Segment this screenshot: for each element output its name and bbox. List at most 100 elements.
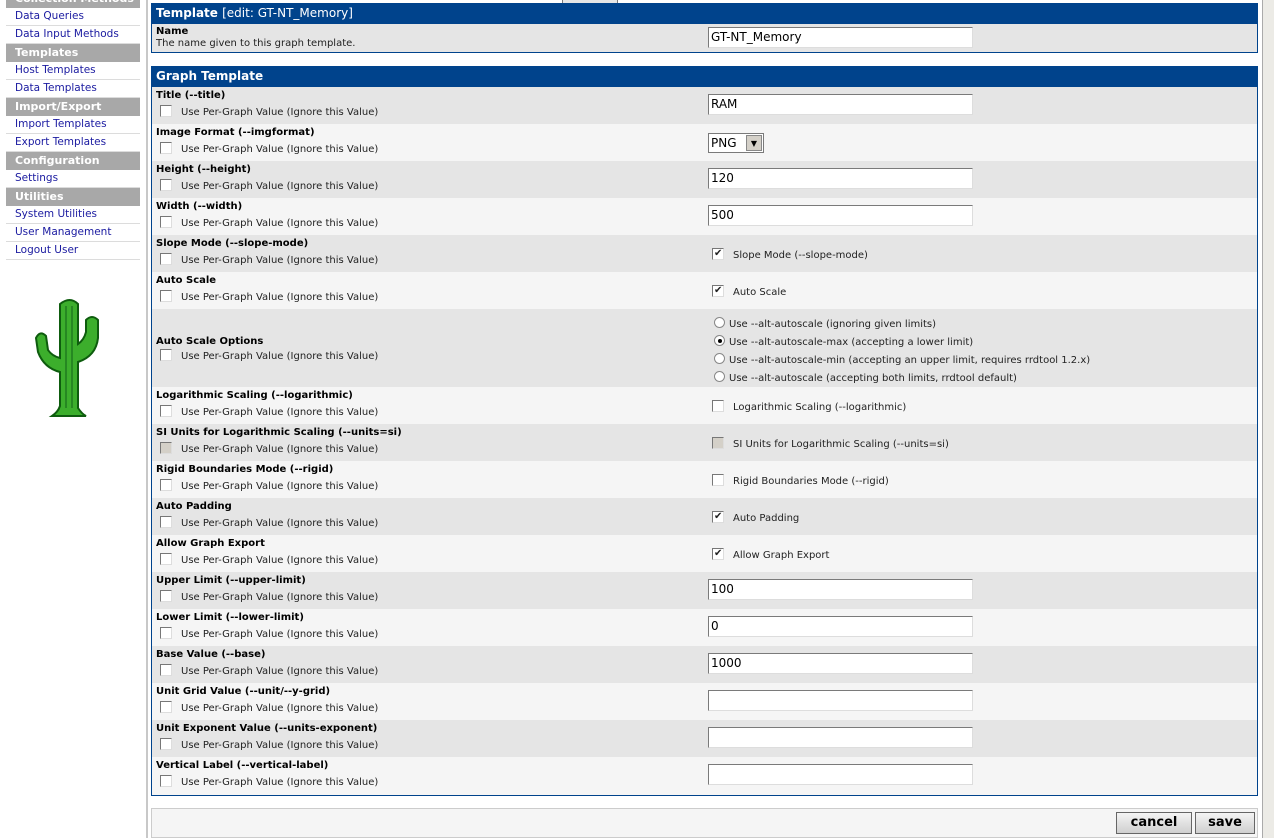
- chevron-down-icon: ▼: [746, 135, 762, 151]
- field-input[interactable]: [708, 727, 973, 748]
- field-checkbox-option: Rigid Boundaries Mode (--rigid): [712, 474, 889, 487]
- sidebar-section-header: Utilities: [6, 188, 140, 206]
- per-graph-label: Use Per-Graph Value (Ignore this Value): [181, 518, 379, 529]
- field-input[interactable]: RAM: [708, 94, 973, 115]
- per-graph-checkbox[interactable]: [160, 179, 172, 191]
- per-graph-label: Use Per-Graph Value (Ignore this Value): [181, 181, 379, 192]
- per-graph-option: Use Per-Graph Value (Ignore this Value): [160, 627, 378, 640]
- form-row: Title (--title) Use Per-Graph Value (Ign…: [152, 87, 1257, 124]
- field-checkbox[interactable]: [712, 548, 724, 560]
- checkbox-label: Allow Graph Export: [733, 550, 830, 561]
- radio-button[interactable]: [714, 317, 725, 328]
- per-graph-label: Use Per-Graph Value (Ignore this Value): [181, 444, 379, 455]
- field-label: Width (--width): [156, 201, 243, 212]
- radio-option: Use --alt-autoscale-min (accepting an up…: [714, 353, 1090, 366]
- sidebar-section-header: Configuration: [6, 152, 140, 170]
- field-checkbox-option: Slope Mode (--slope-mode): [712, 248, 868, 261]
- per-graph-label: Use Per-Graph Value (Ignore this Value): [181, 292, 379, 303]
- field-input[interactable]: [708, 764, 973, 785]
- field-checkbox[interactable]: [712, 400, 724, 412]
- panel-title: Template: [156, 6, 218, 20]
- per-graph-checkbox[interactable]: [160, 590, 172, 602]
- sidebar-item[interactable]: User Management: [6, 224, 140, 242]
- field-checkbox-option: Auto Scale: [712, 285, 786, 298]
- field-checkbox[interactable]: [712, 437, 724, 449]
- sidebar-item[interactable]: Settings: [6, 170, 140, 188]
- form-row: Width (--width) Use Per-Graph Value (Ign…: [152, 198, 1257, 235]
- panel-header: Graph Template: [152, 67, 1257, 87]
- per-graph-option: Use Per-Graph Value (Ignore this Value): [160, 290, 378, 303]
- cancel-button[interactable]: cancel: [1116, 812, 1192, 834]
- per-graph-label: Use Per-Graph Value (Ignore this Value): [181, 777, 379, 788]
- sidebar-section-header: Import/Export: [6, 98, 140, 116]
- field-checkbox[interactable]: [712, 511, 724, 523]
- form-row: Logarithmic Scaling (--logarithmic) Use …: [152, 387, 1257, 424]
- per-graph-option: Use Per-Graph Value (Ignore this Value): [160, 701, 378, 714]
- field-input[interactable]: 1000: [708, 653, 973, 674]
- per-graph-checkbox[interactable]: [160, 516, 172, 528]
- per-graph-checkbox[interactable]: [160, 775, 172, 787]
- sidebar-item[interactable]: System Utilities: [6, 206, 140, 224]
- field-input[interactable]: [708, 690, 973, 711]
- panel-header: Template [edit: GT-NT_Memory]: [152, 4, 1257, 24]
- checkbox-label: Auto Scale: [733, 287, 787, 298]
- per-graph-checkbox[interactable]: [160, 216, 172, 228]
- per-graph-checkbox[interactable]: [160, 290, 172, 302]
- sidebar-item[interactable]: Data Input Methods: [6, 26, 140, 44]
- sidebar-item[interactable]: Host Templates: [6, 62, 140, 80]
- field-input[interactable]: 0: [708, 616, 973, 637]
- checkbox-label: Slope Mode (--slope-mode): [733, 250, 868, 261]
- per-graph-checkbox[interactable]: [160, 738, 172, 750]
- save-button[interactable]: save: [1195, 812, 1255, 834]
- per-graph-option: Use Per-Graph Value (Ignore this Value): [160, 179, 378, 192]
- per-graph-checkbox[interactable]: [160, 253, 172, 265]
- field-checkbox-option: Auto Padding: [712, 511, 799, 524]
- field-input[interactable]: 120: [708, 168, 973, 189]
- per-graph-checkbox[interactable]: [160, 553, 172, 565]
- radio-label: Use --alt-autoscale-max (accepting a low…: [729, 337, 974, 348]
- per-graph-option: Use Per-Graph Value (Ignore this Value): [160, 349, 378, 362]
- radio-button[interactable]: [714, 353, 725, 364]
- per-graph-checkbox[interactable]: [160, 701, 172, 713]
- field-input[interactable]: 500: [708, 205, 973, 226]
- image-format-select[interactable]: PNG ▼: [708, 133, 764, 153]
- per-graph-label: Use Per-Graph Value (Ignore this Value): [181, 740, 379, 751]
- field-label: Lower Limit (--lower-limit): [156, 612, 304, 623]
- per-graph-checkbox[interactable]: [160, 442, 172, 454]
- per-graph-option: Use Per-Graph Value (Ignore this Value): [160, 253, 378, 266]
- per-graph-checkbox[interactable]: [160, 142, 172, 154]
- sidebar-item[interactable]: Data Templates: [6, 80, 140, 98]
- sidebar-item[interactable]: Export Templates: [6, 134, 140, 152]
- per-graph-checkbox[interactable]: [160, 405, 172, 417]
- sidebar-item[interactable]: Logout User: [6, 242, 140, 260]
- sidebar-item[interactable]: Data Queries: [6, 8, 140, 26]
- radio-label: Use --alt-autoscale-min (accepting an up…: [729, 355, 1091, 366]
- radio-button[interactable]: [714, 335, 725, 346]
- field-checkbox[interactable]: [712, 248, 724, 260]
- per-graph-checkbox[interactable]: [160, 105, 172, 117]
- form-row: Unit Grid Value (--unit/--y-grid) Use Pe…: [152, 683, 1257, 720]
- form-row: Image Format (--imgformat) Use Per-Graph…: [152, 124, 1257, 161]
- radio-label: Use --alt-autoscale (accepting both limi…: [729, 373, 1017, 384]
- name-input[interactable]: GT-NT_Memory: [708, 27, 973, 48]
- radio-button[interactable]: [714, 371, 725, 382]
- field-label: Auto Scale: [156, 275, 217, 286]
- per-graph-label: Use Per-Graph Value (Ignore this Value): [181, 666, 379, 677]
- per-graph-label: Use Per-Graph Value (Ignore this Value): [181, 555, 379, 566]
- per-graph-checkbox[interactable]: [160, 479, 172, 491]
- per-graph-checkbox[interactable]: [160, 664, 172, 676]
- per-graph-checkbox[interactable]: [160, 627, 172, 639]
- divider: [146, 0, 148, 838]
- per-graph-label: Use Per-Graph Value (Ignore this Value): [181, 351, 379, 362]
- field-checkbox[interactable]: [712, 285, 724, 297]
- scrollbar[interactable]: [1262, 0, 1274, 838]
- field-checkbox[interactable]: [712, 474, 724, 486]
- field-input[interactable]: 100: [708, 579, 973, 600]
- field-label: Auto Scale Options: [156, 336, 264, 347]
- per-graph-checkbox[interactable]: [160, 349, 172, 361]
- per-graph-label: Use Per-Graph Value (Ignore this Value): [181, 592, 379, 603]
- form-row: Auto Padding Use Per-Graph Value (Ignore…: [152, 498, 1257, 535]
- per-graph-option: Use Per-Graph Value (Ignore this Value): [160, 405, 378, 418]
- form-row: Vertical Label (--vertical-label) Use Pe…: [152, 757, 1257, 794]
- sidebar-item[interactable]: Import Templates: [6, 116, 140, 134]
